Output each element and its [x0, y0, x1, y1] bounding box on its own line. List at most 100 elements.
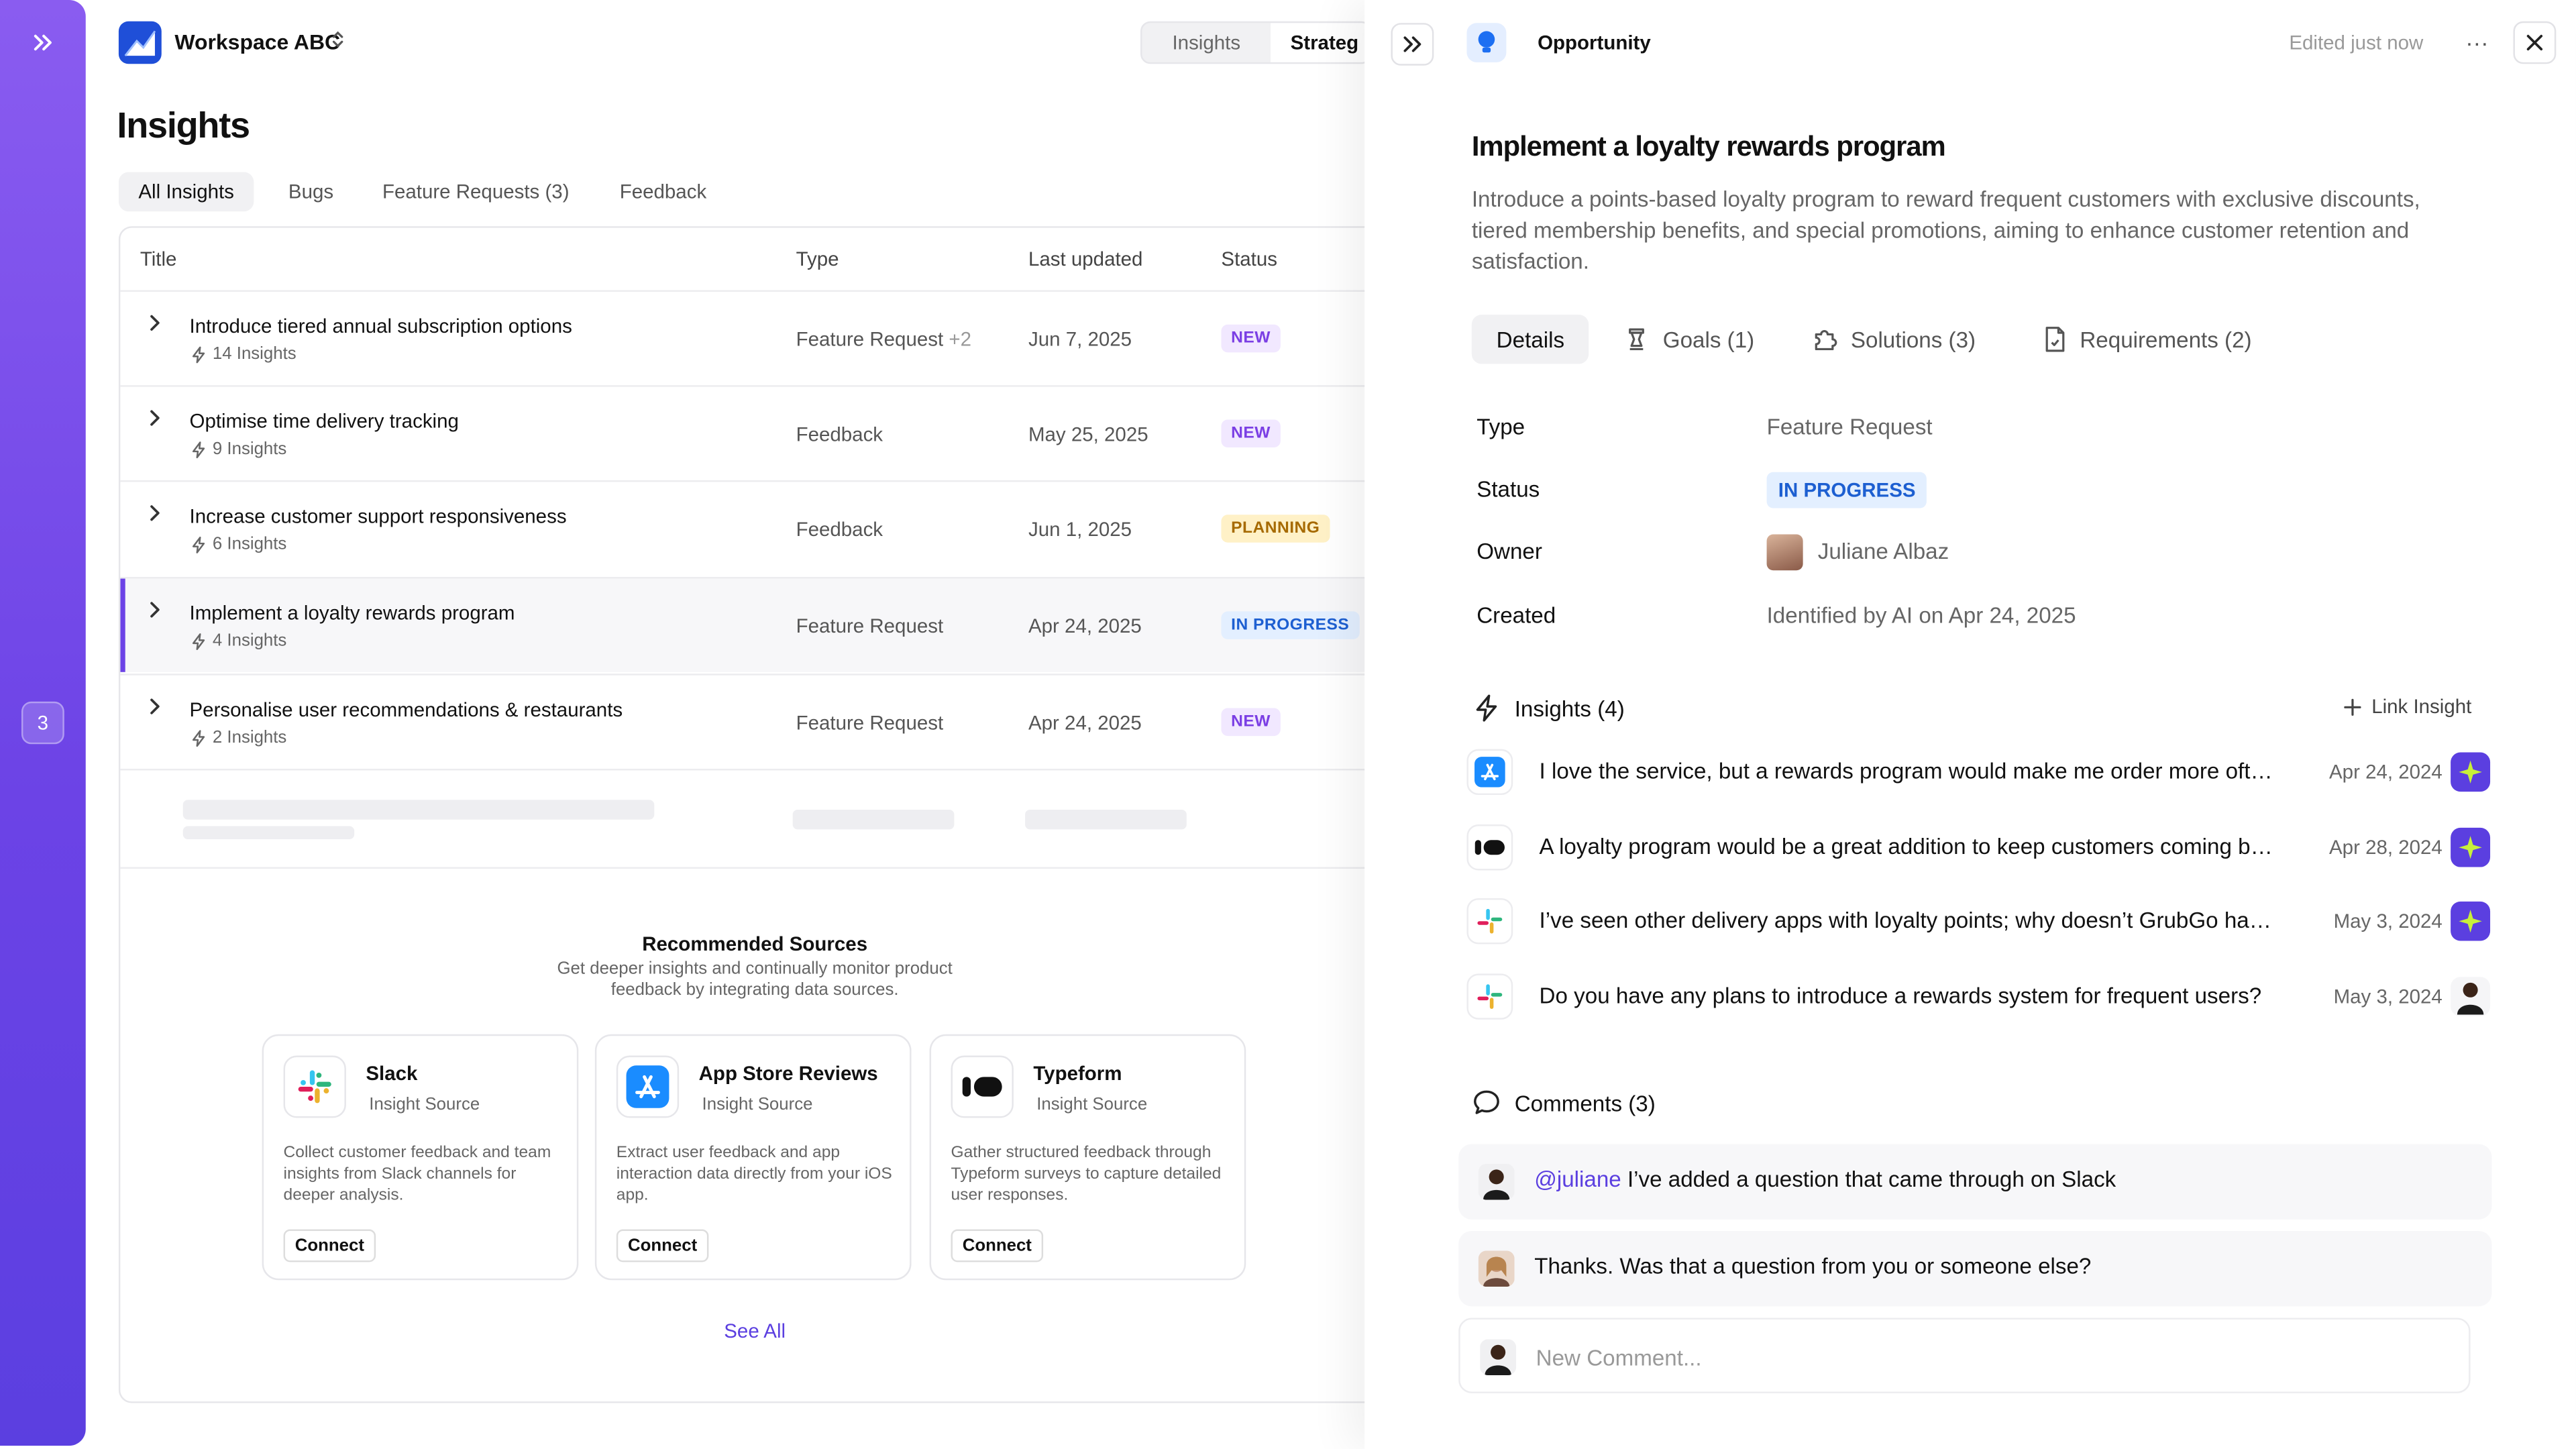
comment-item[interactable]: Thanks. Was that a question from you or …	[1458, 1230, 2492, 1307]
app-store-icon	[616, 1055, 680, 1118]
comment-item[interactable]: @juliane I’ve added a question that came…	[1458, 1144, 2492, 1220]
row-insight-count: 2 Insights	[190, 728, 286, 747]
insight-text[interactable]: I’ve seen other delivery apps with loyal…	[1540, 908, 2282, 933]
filter-tab-feature-requests[interactable]: Feature Requests (3)	[362, 172, 589, 212]
view-tab-strategy[interactable]: Strateg	[1271, 23, 1370, 62]
column-header-status[interactable]: Status	[1221, 248, 1277, 270]
prop-type-value[interactable]: Feature Request	[1767, 415, 1933, 439]
new-comment-input[interactable]	[1532, 1339, 2430, 1376]
tab-goals[interactable]: Goals (1)	[1599, 315, 1779, 364]
see-all-link[interactable]: See All	[120, 1320, 1389, 1342]
status-badge[interactable]: IN PROGRESS	[1766, 472, 1927, 508]
expand-sidebar-button[interactable]	[23, 23, 62, 62]
filter-tab-all-insights[interactable]: All Insights	[118, 172, 254, 212]
close-icon	[2526, 34, 2543, 51]
insight-item[interactable]: A loyalty program would be a great addit…	[1466, 816, 2491, 882]
opportunity-title[interactable]: Implement a loyalty rewards program	[1472, 131, 1946, 164]
insight-item[interactable]: Do you have any plans to introduce a rew…	[1466, 965, 2491, 1031]
filter-tab-feedback[interactable]: Feedback	[600, 172, 726, 212]
connect-typeform-button[interactable]: Connect	[951, 1229, 1044, 1263]
tab-label: Details	[1496, 327, 1565, 352]
row-title[interactable]: Optimise time delivery tracking	[190, 410, 459, 433]
status-badge: NEW	[1221, 419, 1281, 448]
insight-text[interactable]: Do you have any plans to introduce a rew…	[1540, 983, 2282, 1008]
source-card-app-store: App Store Reviews Insight Source Extract…	[594, 1034, 912, 1281]
table-row[interactable]: Optimise time delivery tracking 9 Insigh…	[120, 385, 1403, 480]
left-rail: 3	[0, 0, 86, 1446]
row-title[interactable]: Implement a loyalty rewards program	[190, 602, 515, 625]
lightning-icon	[192, 345, 205, 363]
insight-item[interactable]: I love the service, but a rewards progra…	[1466, 741, 2491, 806]
table-row[interactable]: Personalise user recommendations & resta…	[120, 674, 1403, 769]
close-drawer-button[interactable]	[2513, 21, 2557, 64]
insight-date: May 3, 2024	[2333, 985, 2443, 1008]
source-card-typeform: Typeform Insight Source Gather structure…	[929, 1034, 1246, 1281]
row-title[interactable]: Introduce tiered annual subscription opt…	[190, 315, 572, 337]
insight-date: May 3, 2024	[2333, 910, 2443, 933]
link-insight-button[interactable]: Link Insight	[2343, 695, 2471, 718]
commenter-avatar	[1478, 1250, 1515, 1287]
row-type: Feature Request	[796, 614, 944, 637]
chevron-right-icon[interactable]	[144, 598, 166, 621]
row-insight-count: 14 Insights	[190, 344, 297, 364]
opportunity-description[interactable]: Introduce a points-based loyalty program…	[1472, 184, 2461, 277]
row-type: Feature Request	[796, 711, 944, 734]
row-insight-count-label: 6 Insights	[212, 534, 287, 554]
user-avatar	[2451, 977, 2491, 1016]
more-options-button[interactable]: ···	[2459, 26, 2495, 59]
ai-sparkle-icon	[2451, 752, 2491, 792]
connect-slack-button[interactable]: Connect	[283, 1229, 376, 1263]
tab-requirements[interactable]: Requirements (2)	[2019, 315, 2276, 364]
workspace-name[interactable]: Workspace ABC	[174, 30, 340, 54]
insight-item[interactable]: I’ve seen other delivery apps with loyal…	[1466, 890, 2491, 956]
chevron-right-icon[interactable]	[144, 502, 166, 525]
prop-type-label: Type	[1477, 415, 1525, 439]
row-date: Jun 7, 2025	[1028, 327, 1132, 351]
table-row[interactable]: Introduce tiered annual subscription opt…	[120, 290, 1403, 385]
insight-text[interactable]: I love the service, but a rewards progra…	[1540, 759, 2282, 784]
tab-details[interactable]: Details	[1471, 315, 1589, 364]
link-insight-label: Link Insight	[2371, 695, 2472, 718]
card-subtitle: Insight Source	[1036, 1095, 1148, 1115]
app-store-icon	[1466, 749, 1513, 796]
column-header-title[interactable]: Title	[140, 248, 177, 270]
table-row[interactable]: Increase customer support responsiveness…	[120, 480, 1403, 576]
prop-created-value: Identified by AI on Apr 24, 2025	[1766, 603, 2076, 628]
double-chevron-right-icon	[1403, 36, 1421, 52]
row-type-label: Feature Request	[796, 614, 944, 638]
chevron-right-icon[interactable]	[144, 311, 166, 334]
column-header-updated[interactable]: Last updated	[1028, 248, 1143, 270]
commenter-avatar	[1478, 1163, 1515, 1200]
status-badge: NEW	[1221, 324, 1281, 353]
status-badge: NEW	[1221, 708, 1281, 737]
collapse-drawer-button[interactable]	[1391, 23, 1434, 66]
filter-tab-bugs[interactable]: Bugs	[268, 172, 353, 212]
table-row-selected[interactable]: Implement a loyalty rewards program 4 In…	[120, 577, 1403, 672]
prop-status-label: Status	[1477, 477, 1540, 502]
connect-app-store-button[interactable]: Connect	[616, 1229, 709, 1263]
view-tab-insights[interactable]: Insights	[1142, 23, 1271, 62]
lightning-icon	[192, 729, 205, 746]
rail-count-badge[interactable]: 3	[21, 701, 64, 745]
row-title[interactable]: Personalise user recommendations & resta…	[190, 698, 623, 721]
recommended-sources-title: Recommended Sources	[642, 932, 868, 956]
workspace-switch-icon[interactable]	[331, 30, 345, 54]
plus-icon	[2344, 698, 2361, 715]
chevron-right-icon[interactable]	[144, 407, 166, 429]
page-title: Insights	[117, 105, 250, 146]
column-header-type[interactable]: Type	[796, 248, 839, 270]
card-description: Extract user feedback and app interactio…	[616, 1144, 892, 1205]
chevron-right-icon[interactable]	[144, 695, 166, 718]
divider	[120, 867, 1403, 869]
row-date: May 25, 2025	[1028, 423, 1148, 446]
row-insight-count-label: 4 Insights	[212, 631, 287, 651]
card-title: App Store Reviews	[698, 1062, 878, 1085]
row-type-label: Feedback	[796, 518, 883, 541]
tab-solutions[interactable]: Solutions (3)	[1786, 315, 2000, 364]
prop-owner-value[interactable]: Juliane Albaz	[1818, 539, 1949, 564]
slack-icon	[1466, 973, 1513, 1020]
mention-link[interactable]: @juliane	[1534, 1167, 1621, 1192]
insight-text[interactable]: A loyalty program would be a great addit…	[1540, 835, 2282, 859]
row-title[interactable]: Increase customer support responsiveness	[190, 505, 567, 528]
insights-table: Title Type Last updated Status Introduce…	[118, 226, 1405, 1403]
